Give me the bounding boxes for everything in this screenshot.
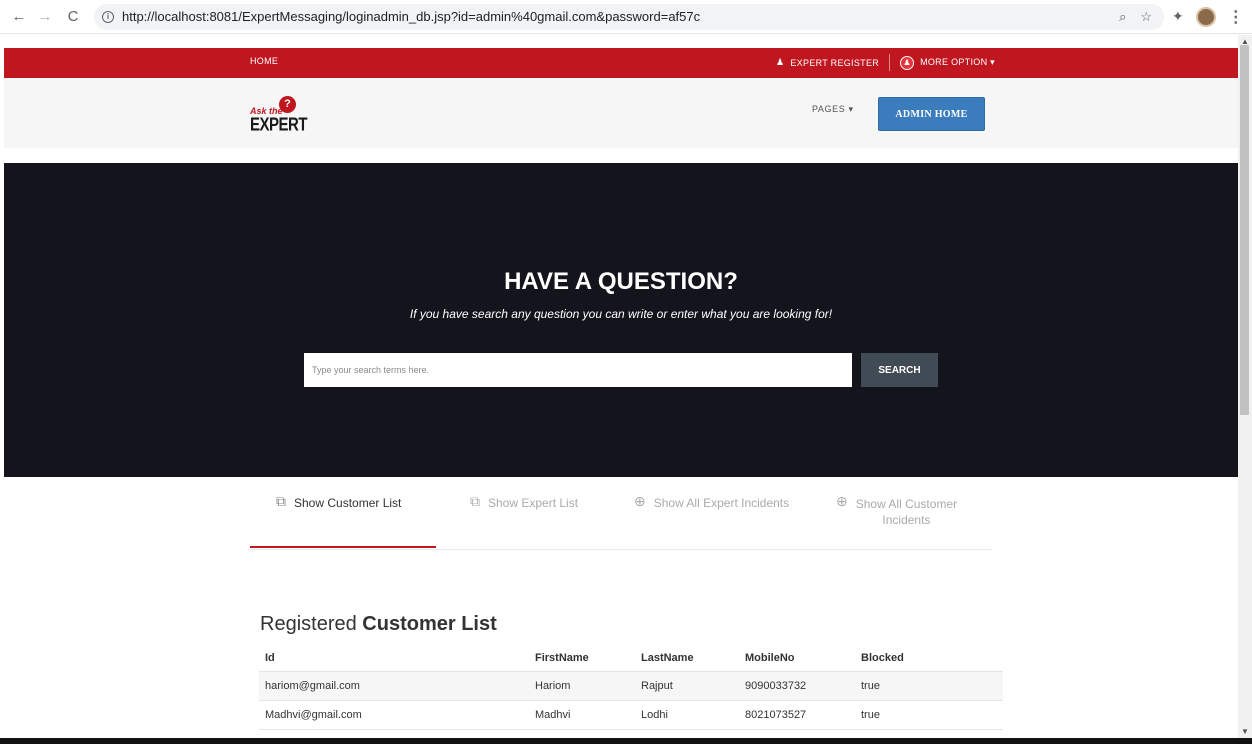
home-link[interactable]: HOME xyxy=(250,56,278,66)
info-icon[interactable]: i xyxy=(102,10,114,23)
cell-lastname: Rajput xyxy=(641,680,673,692)
tab-show-customer-list[interactable]: ⧉ Show Customer List xyxy=(276,493,401,550)
tab-label: Show Expert List xyxy=(488,496,579,510)
admin-home-button[interactable]: ADMIN HOME xyxy=(878,97,985,131)
browser-menu-icon[interactable]: ⋮ xyxy=(1228,7,1244,27)
tab-show-all-customer-incidents[interactable]: ⊕ Show All Customer Incidents xyxy=(836,493,957,550)
profile-avatar[interactable] xyxy=(1195,6,1216,27)
expert-register-link[interactable]: EXPERT REGISTER xyxy=(790,58,879,68)
address-bar[interactable]: i http://localhost:8081/ExpertMessaging/… xyxy=(94,3,1164,30)
cell-firstname: Hariom xyxy=(535,680,571,692)
cell-lastname: Lodhi xyxy=(641,709,668,721)
scroll-down-arrow-icon[interactable]: ▼ xyxy=(1241,727,1249,736)
user-plus-icon: ♟ xyxy=(776,57,785,67)
column-header: Id xyxy=(265,651,275,664)
column-header: LastName xyxy=(641,651,694,664)
layers-icon: ⧉ xyxy=(470,493,480,509)
table-row[interactable]: Madhvi@gmail.com Madhvi Lodhi 8021073527… xyxy=(259,701,1003,730)
cell-blocked: true xyxy=(861,680,880,692)
forward-arrow-icon[interactable]: → xyxy=(34,6,56,28)
tab-show-expert-list[interactable]: ⧉ Show Expert List xyxy=(470,493,578,550)
bookmark-star-icon[interactable]: ☆ xyxy=(1140,9,1152,25)
section-title: Registered Customer List xyxy=(260,613,497,636)
page-scrollbar[interactable]: ▲ ▼ xyxy=(1238,35,1252,738)
active-tab-indicator xyxy=(250,546,436,548)
hero-subtitle: If you have search any question you can … xyxy=(409,307,833,321)
site-header: Ask the ? EXPERT PAGES ▾ ADMIN HOME xyxy=(4,78,1238,148)
topbar-divider xyxy=(889,54,891,71)
scrollbar-thumb[interactable] xyxy=(1240,45,1249,415)
admin-tabs: ⧉ Show Customer List ⧉ Show Expert List … xyxy=(250,493,992,550)
cell-blocked: true xyxy=(861,709,880,721)
table-row[interactable]: hariom@gmail.com Hariom Rajput 909003373… xyxy=(259,672,1003,701)
hero-title: HAVE A QUESTION? xyxy=(504,268,738,295)
reload-icon[interactable]: C xyxy=(62,6,84,28)
bottom-edge xyxy=(0,738,1252,744)
page-viewport: HOME ♟ EXPERT REGISTER ♟ MORE OPTION ▾ A… xyxy=(4,48,1238,738)
logo-expert-text: EXPERT xyxy=(250,115,308,136)
ask-the-expert-logo[interactable]: Ask the ? EXPERT xyxy=(250,96,308,135)
zoom-icon[interactable]: ⌕ xyxy=(1119,9,1126,25)
column-header: MobileNo xyxy=(745,651,795,664)
table-header-row: Id FirstName LastName MobileNo Blocked xyxy=(259,644,1003,672)
cell-mobileno: 9090033732 xyxy=(745,680,807,692)
browser-toolbar: ← → C i http://localhost:8081/ExpertMess… xyxy=(0,0,1252,34)
cell-id: Madhvi@gmail.com xyxy=(265,709,362,721)
back-arrow-icon[interactable]: ← xyxy=(8,6,30,28)
section-title-bold: Customer List xyxy=(362,613,497,635)
hero-search-section: HAVE A QUESTION? If you have search any … xyxy=(4,163,1238,477)
url-text[interactable]: http://localhost:8081/ExpertMessaging/lo… xyxy=(122,9,700,24)
layers-icon: ⧉ xyxy=(276,493,286,509)
tab-label: Show Customer List xyxy=(294,496,402,510)
section-title-light: Registered xyxy=(260,613,363,635)
tab-label: Show All Expert Incidents xyxy=(653,496,790,510)
tab-show-all-expert-incidents[interactable]: ⊕ Show All Expert Incidents xyxy=(634,493,789,550)
globe-icon: ⊕ xyxy=(634,493,646,509)
extensions-puzzle-icon[interactable]: ✦ xyxy=(1172,8,1184,25)
top-red-bar: HOME ♟ EXPERT REGISTER ♟ MORE OPTION ▾ xyxy=(4,48,1238,78)
tab-label-line1: Show All Customer xyxy=(855,497,958,511)
cell-id: hariom@gmail.com xyxy=(265,680,360,692)
tab-label-line2: Incidents xyxy=(882,513,931,527)
pages-dropdown[interactable]: PAGES ▾ xyxy=(812,104,854,115)
column-header: FirstName xyxy=(535,651,589,664)
globe-icon: ⊕ xyxy=(836,493,848,509)
tab-label: Show All Customer Incidents xyxy=(856,496,957,528)
search-button[interactable]: SEARCH xyxy=(861,353,938,387)
logo-question-icon: ? xyxy=(279,96,296,113)
user-icon: ♟ xyxy=(900,55,915,70)
search-input[interactable] xyxy=(304,353,852,387)
column-header: Blocked xyxy=(861,651,904,664)
cell-firstname: Madhvi xyxy=(535,709,571,721)
more-option-dropdown[interactable]: MORE OPTION ▾ xyxy=(920,57,995,68)
cell-mobileno: 8021073527 xyxy=(745,709,807,721)
customer-table: Id FirstName LastName MobileNo Blocked h… xyxy=(259,644,1003,730)
